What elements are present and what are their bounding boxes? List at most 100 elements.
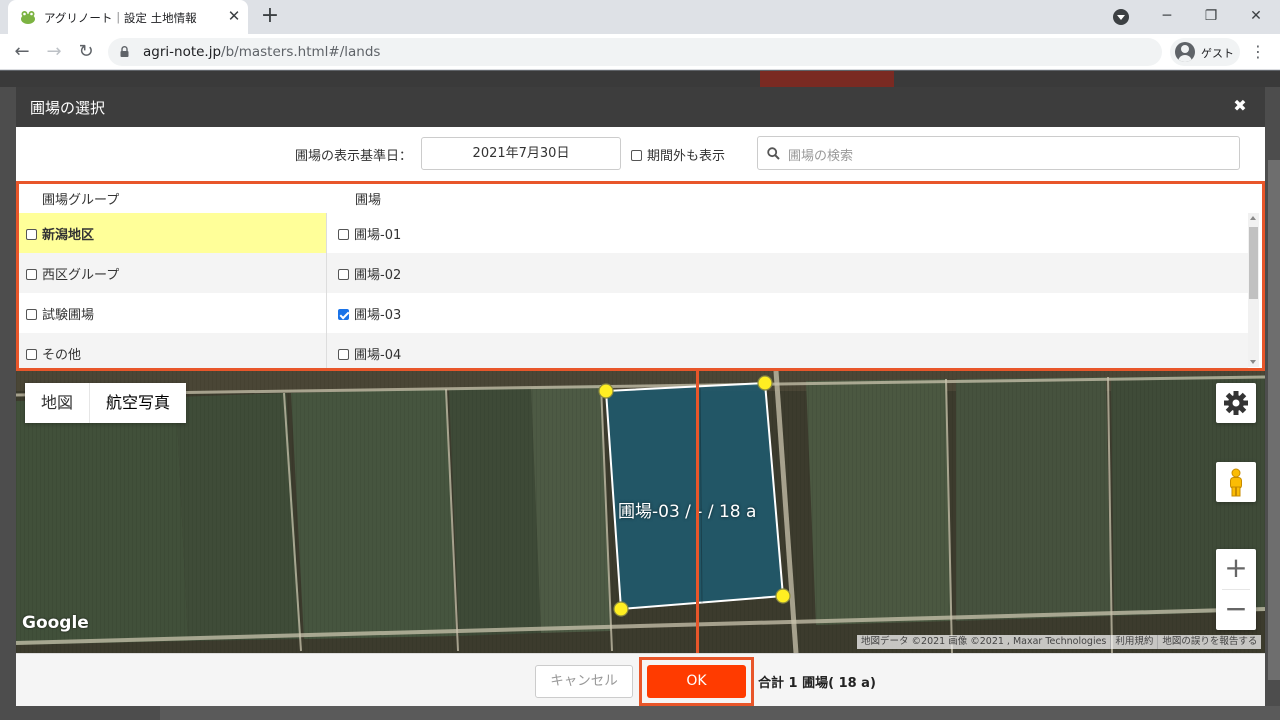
reload-icon[interactable]: ↻ xyxy=(74,40,98,64)
field-list: 圃場グループ 圃場 新潟地区 圃場-01 西区グループ 圃場-02 試験圃場 圃場-03 そ… xyxy=(16,181,1265,373)
field-checkbox[interactable] xyxy=(338,309,349,320)
modal-header: 圃場の選択 ✖ xyxy=(16,87,1265,127)
modal-close-icon[interactable]: ✖ xyxy=(1230,95,1250,117)
group-option[interactable]: 新潟地区 xyxy=(26,224,94,243)
browser-tab[interactable]: アグリノート｜設定 土地情報 ✕ xyxy=(8,0,248,34)
attribution-data: 地図データ ©2021 画像 ©2021 , Maxar Technologie… xyxy=(857,635,1112,649)
browser-menu-icon[interactable]: ⋮ xyxy=(1248,40,1268,64)
group-cell[interactable]: 西区グループ xyxy=(16,253,327,293)
field-label: 圃場-04 xyxy=(354,348,402,363)
list-row: その他 圃場-04 xyxy=(16,333,1248,373)
search-icon xyxy=(767,147,780,160)
modal-footer: キャンセル OK 合計 1 圃場( 18 a) xyxy=(16,653,1265,706)
group-checkbox[interactable] xyxy=(26,229,37,240)
field-cell[interactable]: 圃場-03 xyxy=(328,293,1248,333)
url-domain: agri-note.jp xyxy=(143,44,222,60)
terms-link[interactable]: 利用規約 xyxy=(1111,635,1159,649)
url-path: /b/masters.html#/lands xyxy=(221,44,381,60)
google-logo: Google xyxy=(22,613,89,633)
group-label: その他 xyxy=(42,348,82,363)
field-cell[interactable]: 圃場-02 xyxy=(328,253,1248,293)
list-scrollbar[interactable] xyxy=(1248,213,1259,367)
minimize-icon[interactable]: ─ xyxy=(1157,6,1177,26)
selection-total: 合計 1 圃場( 18 a) xyxy=(758,676,876,691)
group-checkbox[interactable] xyxy=(26,269,37,280)
browser-toolbar: ← → ↻ agri-note.jp/b/masters.html#/lands… xyxy=(0,34,1280,70)
tab-close-icon[interactable]: ✕ xyxy=(226,8,242,24)
browser-tab-bar: アグリノート｜設定 土地情報 ✕ + ─ ❐ ✕ xyxy=(0,0,1280,34)
group-checkbox[interactable] xyxy=(26,309,37,320)
street-view-pegman-button[interactable] xyxy=(1216,462,1256,502)
url-text: agri-note.jp/b/masters.html#/lands xyxy=(143,44,380,60)
gear-icon xyxy=(1224,391,1248,415)
scroll-down-icon[interactable] xyxy=(1250,360,1256,364)
group-option[interactable]: 西区グループ xyxy=(26,264,119,283)
list-row: 西区グループ 圃場-02 xyxy=(16,253,1248,293)
pegman-icon xyxy=(1230,468,1242,497)
field-option[interactable]: 圃場-03 xyxy=(338,304,401,323)
field-search-input[interactable]: 圃場の検索 xyxy=(757,136,1240,170)
out-of-period-checkbox[interactable] xyxy=(631,150,642,161)
column-header-field: 圃場 xyxy=(355,193,382,208)
address-bar[interactable]: agri-note.jp/b/masters.html#/lands xyxy=(108,38,1162,66)
field-cell[interactable]: 圃場-04 xyxy=(328,333,1248,373)
cancel-button[interactable]: キャンセル xyxy=(535,665,633,698)
group-label: 試験圃場 xyxy=(42,308,95,323)
column-header-group: 圃場グループ xyxy=(42,193,120,208)
group-label: 西区グループ xyxy=(42,268,120,283)
field-checkbox[interactable] xyxy=(338,229,349,240)
frog-logo-icon xyxy=(21,11,35,24)
tab-title: アグリノート｜設定 土地情報 xyxy=(44,11,197,25)
tab-search-icon[interactable] xyxy=(1113,9,1129,25)
app-header-dimmed xyxy=(0,71,1280,87)
group-cell[interactable]: 試験圃場 xyxy=(16,293,327,333)
scroll-up-icon[interactable] xyxy=(1250,216,1256,220)
field-option[interactable]: 圃場-04 xyxy=(338,344,401,363)
avatar-icon xyxy=(1175,42,1195,62)
annotation-arrow-line xyxy=(696,371,699,663)
map-view[interactable]: 地図 航空写真 + − 圃場-03 / - / 18 a Google 地図デー… xyxy=(16,371,1265,653)
search-placeholder: 圃場の検索 xyxy=(788,149,854,164)
field-option[interactable]: 圃場-02 xyxy=(338,264,401,283)
field-cell[interactable]: 圃場-01 xyxy=(328,213,1248,253)
zoom-in-button[interactable]: + xyxy=(1216,549,1256,589)
new-tab-icon[interactable]: + xyxy=(259,5,281,27)
report-error-link[interactable]: 地図の誤りを報告する xyxy=(1158,635,1261,649)
modal-title: 圃場の選択 xyxy=(30,99,106,117)
map-settings-button[interactable] xyxy=(1216,383,1256,423)
selected-field-polygon[interactable] xyxy=(604,381,785,611)
group-label: 新潟地区 xyxy=(42,228,95,243)
back-icon[interactable]: ← xyxy=(10,40,34,64)
group-option[interactable]: その他 xyxy=(26,344,81,363)
group-option[interactable]: 試験圃場 xyxy=(26,304,94,323)
reference-date-input[interactable]: 2021年7月30日 xyxy=(421,137,621,170)
lock-icon xyxy=(120,46,129,57)
group-cell[interactable]: その他 xyxy=(16,333,327,373)
profile-button[interactable]: ゲスト xyxy=(1170,38,1240,66)
map-type-roadmap-button[interactable]: 地図 xyxy=(25,383,89,423)
field-checkbox[interactable] xyxy=(338,349,349,360)
out-of-period-toggle[interactable]: 期間外も表示 xyxy=(631,145,725,164)
map-type-control: 地図 航空写真 xyxy=(25,383,187,423)
list-row: 新潟地区 圃場-01 xyxy=(16,213,1248,253)
field-option[interactable]: 圃場-01 xyxy=(338,224,401,243)
restore-icon[interactable]: ❐ xyxy=(1201,6,1221,26)
forward-icon[interactable]: → xyxy=(42,40,66,64)
app-header-accent-dimmed xyxy=(760,71,894,87)
field-label: 圃場-02 xyxy=(354,268,402,283)
group-checkbox[interactable] xyxy=(26,349,37,360)
field-select-modal: 圃場の選択 ✖ 圃場の表示基準日： 2021年7月30日 期間外も表示 圃場の検… xyxy=(16,87,1265,706)
ok-button[interactable]: OK xyxy=(647,665,746,698)
profile-label: ゲスト xyxy=(1201,47,1234,60)
map-type-satellite-button[interactable]: 航空写真 xyxy=(89,383,186,423)
list-row: 試験圃場 圃場-03 xyxy=(16,293,1248,333)
zoom-out-button[interactable]: − xyxy=(1216,590,1256,630)
zoom-control: + − xyxy=(1216,549,1256,630)
window-close-icon[interactable]: ✕ xyxy=(1246,6,1266,26)
date-label: 圃場の表示基準日： xyxy=(295,149,413,164)
group-cell[interactable]: 新潟地区 xyxy=(16,213,327,253)
filter-row: 圃場の表示基準日： 2021年7月30日 期間外も表示 圃場の検索 xyxy=(16,127,1265,181)
field-checkbox[interactable] xyxy=(338,269,349,280)
list-scroll-thumb[interactable] xyxy=(1249,227,1258,299)
out-of-period-label: 期間外も表示 xyxy=(647,149,726,164)
